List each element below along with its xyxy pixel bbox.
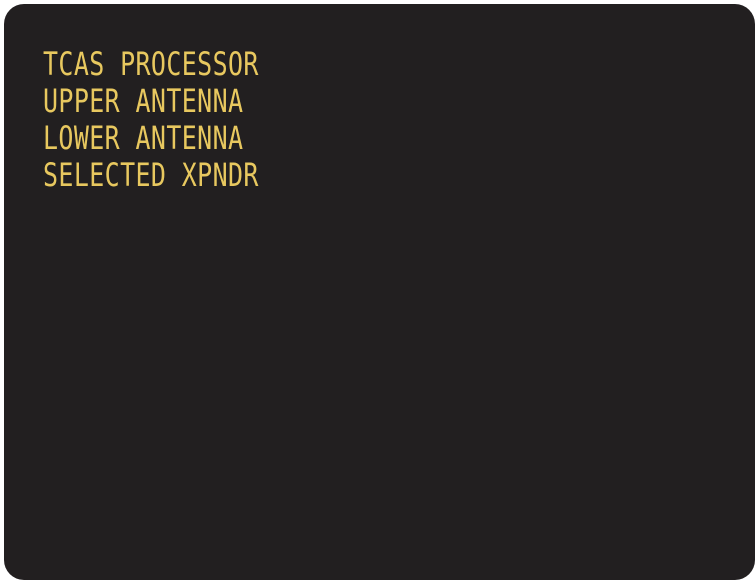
message-tcas-processor: TCAS PROCESSOR — [43, 45, 259, 83]
message-upper-antenna: UPPER ANTENNA — [43, 82, 244, 120]
message-list: TCAS PROCESSOR UPPER ANTENNA LOWER ANTEN… — [43, 46, 320, 194]
message-lower-antenna: LOWER ANTENNA — [43, 119, 244, 157]
message-selected-xpndr: SELECTED XPNDR — [43, 156, 259, 194]
display-screen: TCAS PROCESSOR UPPER ANTENNA LOWER ANTEN… — [4, 4, 755, 580]
